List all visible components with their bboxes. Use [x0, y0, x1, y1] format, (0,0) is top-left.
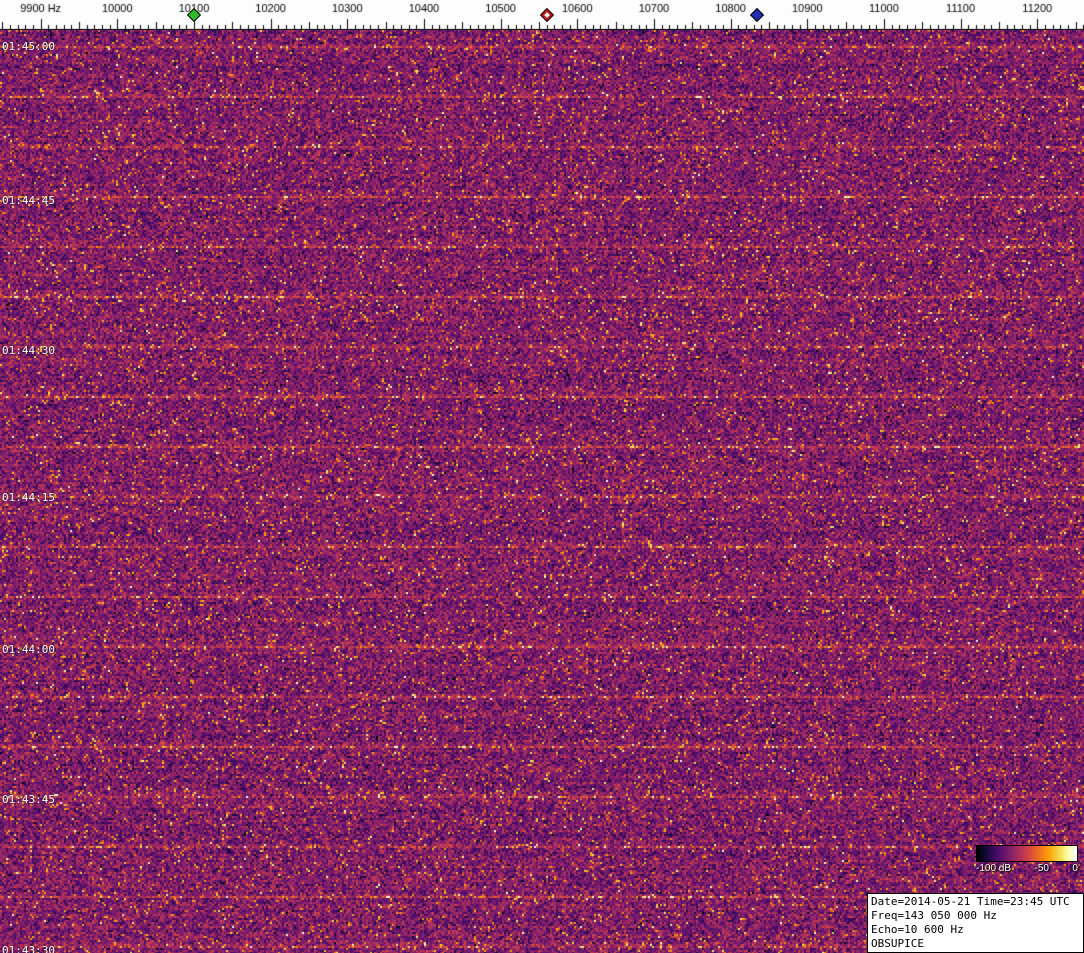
legend-label-mid: -50 [1034, 863, 1049, 874]
legend-label-max: 0 [1072, 863, 1078, 874]
info-date-time: Date=2014-05-21 Time=23:45 UTC [871, 895, 1070, 908]
intensity-legend-gradient [976, 845, 1078, 862]
observation-info-box: Date=2014-05-21 Time=23:45 UTC Freq=143 … [867, 893, 1084, 953]
time-label: 01:44:45 [2, 194, 55, 207]
marker-red-diamond[interactable] [539, 7, 554, 23]
spectrogram-app: 01:45:00 01:44:45 01:44:30 01:44:15 01:4… [0, 0, 1084, 953]
red-diamond-icon [539, 7, 554, 23]
intensity-legend: -100 dB -50 0 [976, 845, 1078, 874]
time-label: 01:44:00 [2, 643, 55, 656]
time-label: 01:45:00 [2, 40, 55, 53]
info-station: OBSUPICE [871, 937, 924, 950]
spectrogram-waterfall-canvas[interactable] [0, 30, 1084, 953]
legend-label-min: -100 dB [976, 863, 1012, 874]
green-diamond-icon [186, 7, 202, 23]
waterfall-area: 01:45:00 01:44:45 01:44:30 01:44:15 01:4… [0, 30, 1084, 953]
time-label: 01:44:30 [2, 344, 55, 357]
time-label: 01:43:45 [2, 793, 55, 806]
info-echo: Echo=10 600 Hz [871, 923, 964, 936]
marker-blue-diamond[interactable] [750, 7, 765, 23]
intensity-legend-labels: -100 dB -50 0 [976, 863, 1078, 874]
blue-diamond-icon [750, 7, 765, 23]
info-frequency: Freq=143 050 000 Hz [871, 909, 997, 922]
red-diamond-center [543, 12, 550, 18]
frequency-ruler [0, 0, 1084, 30]
time-label: 01:43:30 [2, 944, 55, 953]
marker-green-diamond[interactable] [186, 7, 202, 23]
time-label: 01:44:15 [2, 491, 55, 504]
